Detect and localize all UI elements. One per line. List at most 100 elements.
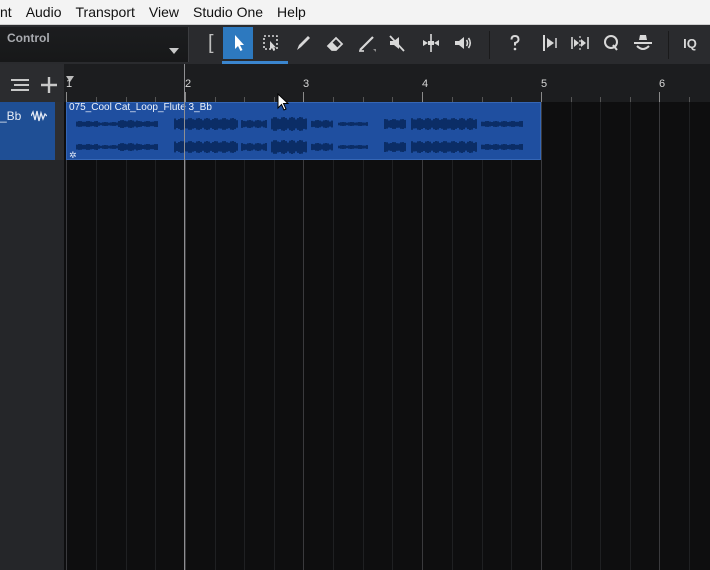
audio-event-waveform [76,117,523,154]
q-button[interactable] [596,27,626,59]
help-button[interactable] [500,27,530,59]
waveform-segment [196,141,198,153]
iq-label: IQ [683,35,697,51]
playhead-line[interactable] [184,64,185,570]
waveform-segment [226,142,228,152]
waveform-segment [342,122,344,126]
waveform-segment [437,141,439,153]
menu-item-view[interactable]: View [142,0,186,24]
waveform-segment [400,119,402,129]
waveform-segment [291,117,293,131]
arrange-view[interactable] [64,102,710,570]
waveform-segment [388,143,390,151]
waveform-segment [366,145,368,149]
waveform-segment [192,119,194,129]
waveform-segment [200,118,202,130]
waveform-segment [188,141,190,153]
waveform-segment [449,119,451,129]
waveform-segment [325,120,327,128]
grid-beat-line [630,102,631,570]
ruler-bar-number: 5 [541,78,548,90]
track-list-icon[interactable] [10,78,30,92]
waveform-segment [218,142,220,152]
waveform-segment [287,142,289,152]
waveform-segment [457,120,459,128]
iq-button[interactable]: IQ [675,27,705,59]
waveform-segment [505,121,507,127]
menu-item-transport[interactable]: Transport [69,0,142,24]
waveform-segment [200,141,202,153]
waveform-segment [396,143,398,151]
eraser-tool-button[interactable] [320,27,350,59]
waveform-segment [218,119,220,129]
line-tool-button[interactable] [352,27,382,59]
range-tool-button[interactable] [256,27,286,59]
waveform-segment [297,141,299,153]
waveform-segment [331,143,333,151]
waveform-segment [245,121,247,127]
waveform-segment [265,143,267,151]
waveform-segment [435,118,437,130]
waveform-segment [212,119,214,129]
waveform-segment [243,120,245,128]
quantize-button[interactable] [565,27,595,59]
waveform-segment [198,118,200,130]
split-tool-button[interactable] [416,27,446,59]
waveform-segment [350,145,352,149]
waveform-segment [150,144,152,150]
waveform-segment [411,141,413,153]
metronome-icon [634,35,652,50]
event-settings-icon[interactable]: ✲ [69,150,77,161]
waveform-segment [392,119,394,129]
metronome-button[interactable] [628,27,658,59]
menu-item-partial[interactable]: nt [0,0,19,24]
waveform-segment [100,145,102,149]
waveform-segment [204,118,206,130]
waveform-segment [483,144,485,150]
waveform-segment [421,142,423,152]
timeline-ruler[interactable] [64,64,710,103]
add-track-icon[interactable] [40,76,58,94]
track-name: _Bb [0,109,22,123]
waveform-segment [521,144,523,150]
waveform-segment [463,118,465,130]
waveform-segment [279,119,281,129]
waveform-segment [174,118,176,130]
grid-beat-line [274,102,275,570]
menu-item-studio-one[interactable]: Studio One [186,0,270,24]
waveform-segment [194,142,196,152]
waveform-segment [511,144,513,150]
snap-button[interactable] [533,27,563,59]
waveform-segment [122,143,124,151]
track-row-handle[interactable] [55,102,64,160]
waveform-segment [303,119,305,129]
audio-event-title: 075_Cool Cat_Loop_Flute 3_Bb [69,102,212,113]
waveform-segment [283,140,285,154]
waveform-segment [245,144,247,150]
paint-tool-button[interactable] [288,27,318,59]
waveform-segment [110,145,112,149]
waveform-segment [291,140,293,154]
waveform-segment [86,121,88,127]
waveform-segment [475,119,477,129]
menu-item-audio[interactable]: Audio [19,0,69,24]
waveform-segment [228,142,230,152]
menu-item-help[interactable]: Help [270,0,313,24]
waveform-segment [257,143,259,151]
grid-beat-line [571,102,572,570]
waveform-segment [261,121,263,127]
listen-tool-button[interactable] [448,27,478,59]
grid-bar-line [66,102,67,570]
waveform-segment [285,141,287,153]
waveform-segment [469,141,471,153]
waveform-segment [413,119,415,129]
waveform-segment [338,122,340,126]
arrow-tool-button[interactable] [223,27,253,59]
waveform-segment [489,144,491,150]
mute-tool-button[interactable] [382,27,412,59]
waveform-segment [447,119,449,129]
waveform-segment [509,144,511,150]
waveform-segment [331,120,333,128]
control-link-dropdown[interactable]: Control [0,27,189,62]
toolbar: Control [IQ [0,25,710,64]
